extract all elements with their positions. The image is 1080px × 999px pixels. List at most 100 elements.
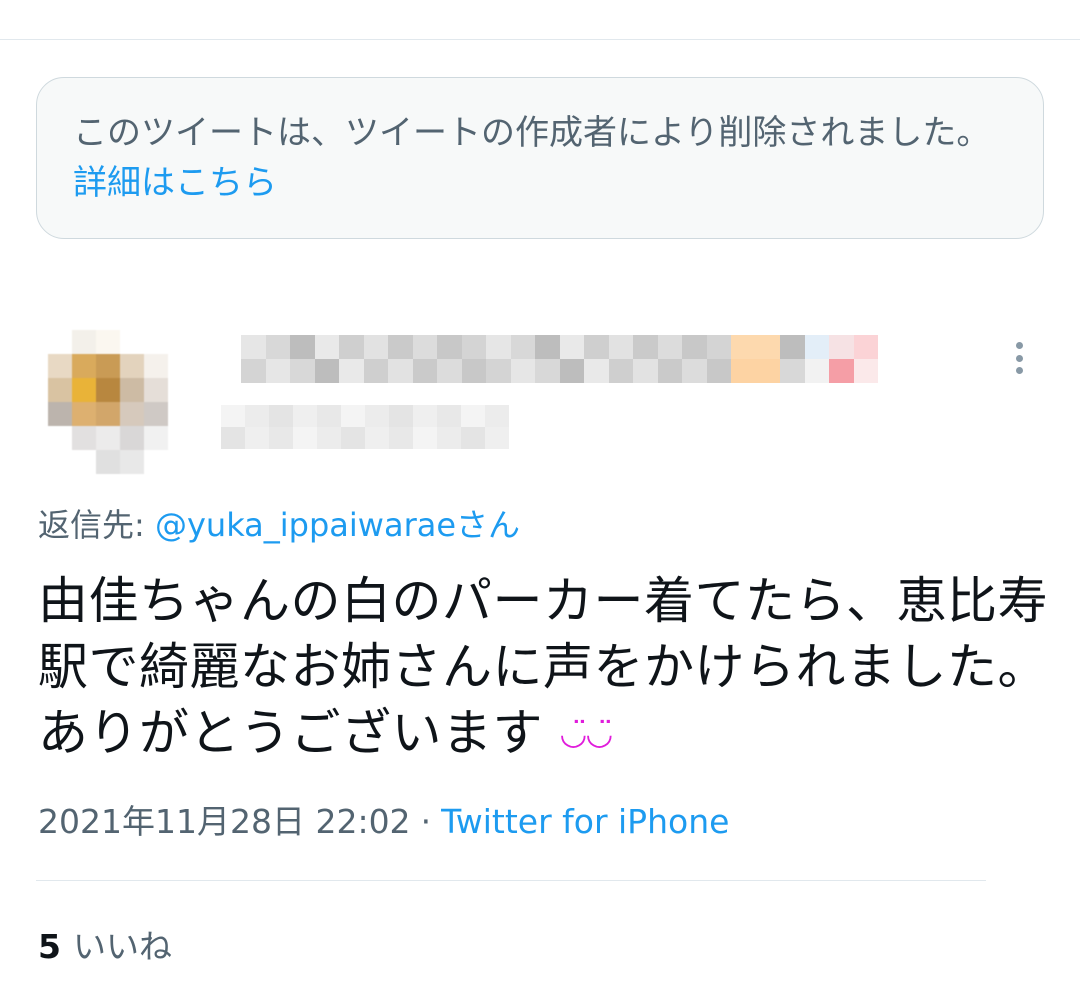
mosaic-cell <box>413 427 437 449</box>
mosaic-cell <box>72 330 96 354</box>
mosaic-cell <box>72 450 96 474</box>
mosaic-cell <box>853 359 878 383</box>
mosaic-cell <box>535 335 560 359</box>
mosaic-cell <box>120 402 144 426</box>
mosaic-cell <box>559 359 584 383</box>
mosaic-cell <box>48 426 72 450</box>
mosaic-cell <box>48 378 72 402</box>
mosaic-cell <box>265 335 290 359</box>
mosaic-cell <box>633 359 658 383</box>
mosaic-cell <box>731 359 756 383</box>
mosaic-cell <box>633 335 658 359</box>
learn-more-link[interactable]: 詳細はこちら <box>73 163 277 203</box>
mosaic-cell <box>535 359 560 383</box>
mosaic-cell <box>221 405 245 427</box>
mosaic-cell <box>412 359 437 383</box>
mosaic-cell <box>245 405 269 427</box>
more-vertical-icon[interactable] <box>1004 338 1034 378</box>
mosaic-cell <box>339 335 364 359</box>
mosaic-cell <box>168 426 192 450</box>
more-dot <box>1015 367 1023 374</box>
author-row <box>36 280 1044 480</box>
mosaic-cell <box>144 426 168 450</box>
mosaic-cell <box>461 405 485 427</box>
mosaic-cell <box>317 405 341 427</box>
username-mosaic <box>221 405 509 449</box>
mosaic-cell <box>755 335 780 359</box>
mosaic-cell <box>412 335 437 359</box>
mosaic-cell <box>731 335 756 359</box>
tweet-text: 由佳ちゃんの白のパーカー着てたら、恵比寿駅で綺麗なお姉さんに声をかけられました。… <box>38 568 1048 766</box>
mosaic-cell <box>144 402 168 426</box>
mosaic-cell <box>120 426 144 450</box>
reply-to-line: 返信先: @yuka_ippaiwaraeさん <box>38 500 520 550</box>
mosaic-cell <box>341 405 365 427</box>
mosaic-cell <box>144 450 168 474</box>
mosaic-cell <box>486 359 511 383</box>
timestamp[interactable]: 2021年11月28日 22:02 <box>38 802 411 841</box>
mosaic-cell <box>780 359 805 383</box>
mosaic-cell <box>96 354 120 378</box>
tweet-body: 由佳ちゃんの白のパーカー着てたら、恵比寿駅で綺麗なお姉さんに声をかけられました。… <box>38 572 1048 762</box>
mosaic-cell <box>72 354 96 378</box>
mosaic-cell <box>72 426 96 450</box>
mosaic-cell <box>365 405 389 427</box>
likes-stat[interactable]: 5 いいね <box>38 922 172 972</box>
mosaic-cell <box>293 405 317 427</box>
mosaic-cell <box>96 378 120 402</box>
mosaic-cell <box>486 335 511 359</box>
mosaic-cell <box>388 359 413 383</box>
mosaic-cell <box>48 402 72 426</box>
mosaic-cell <box>413 405 437 427</box>
mosaic-cell <box>314 359 339 383</box>
mosaic-cell <box>290 359 315 383</box>
mosaic-cell <box>657 335 682 359</box>
mosaic-cell <box>608 335 633 359</box>
author-name-block[interactable] <box>221 335 881 449</box>
mosaic-cell <box>682 359 707 383</box>
mosaic-cell <box>120 450 144 474</box>
mosaic-cell <box>269 405 293 427</box>
mosaic-cell <box>510 335 535 359</box>
mosaic-cell <box>293 427 317 449</box>
mosaic-cell <box>120 330 144 354</box>
mosaic-cell <box>317 427 341 449</box>
mosaic-cell <box>144 378 168 402</box>
mosaic-cell <box>437 335 462 359</box>
smile-emoji-icon: ◡̈◡̈ <box>559 714 613 752</box>
mosaic-cell <box>72 402 96 426</box>
mosaic-cell <box>96 330 120 354</box>
mosaic-cell <box>755 359 780 383</box>
mosaic-cell <box>437 359 462 383</box>
mosaic-cell <box>48 450 72 474</box>
source-link[interactable]: Twitter for iPhone <box>441 802 729 841</box>
reply-prefix: 返信先: <box>38 506 155 544</box>
mosaic-cell <box>510 359 535 383</box>
mosaic-cell <box>72 378 96 402</box>
mosaic-cell <box>221 427 245 449</box>
reply-handle-link[interactable]: @yuka_ippaiwaraeさん <box>155 506 520 544</box>
avatar[interactable] <box>48 330 198 480</box>
meta-separator: · <box>420 802 432 841</box>
mosaic-cell <box>290 335 315 359</box>
mosaic-cell <box>461 359 486 383</box>
mosaic-cell <box>144 354 168 378</box>
mosaic-cell <box>168 450 192 474</box>
mosaic-cell <box>168 378 192 402</box>
stats-divider <box>36 880 986 881</box>
mosaic-cell <box>584 335 609 359</box>
mosaic-cell <box>269 427 293 449</box>
mosaic-cell <box>341 427 365 449</box>
top-divider <box>0 39 1080 40</box>
tweet-detail-page: このツイートは、ツイートの作成者により削除されました。詳細はこちら 返信先: @… <box>0 0 1080 999</box>
mosaic-cell <box>682 335 707 359</box>
mosaic-cell <box>437 427 461 449</box>
mosaic-cell <box>829 335 854 359</box>
deleted-tweet-notice: このツイートは、ツイートの作成者により削除されました。詳細はこちら <box>36 77 1044 239</box>
mosaic-cell <box>96 450 120 474</box>
mosaic-cell <box>48 330 72 354</box>
mosaic-cell <box>48 354 72 378</box>
mosaic-cell <box>245 427 269 449</box>
mosaic-cell <box>388 335 413 359</box>
mosaic-cell <box>363 359 388 383</box>
